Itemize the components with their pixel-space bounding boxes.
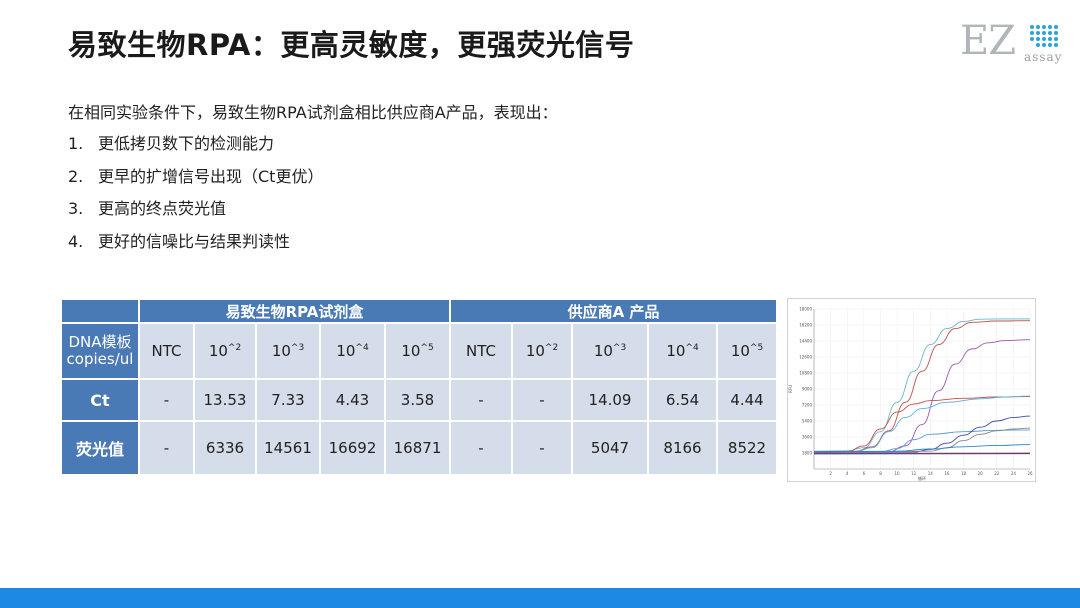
table-row-fluorescence: 荧光值 - 6336 14561 16692 16871 - - 5047 81… — [60, 420, 779, 476]
list-text: 更好的信噪比与结果判读性 — [98, 231, 291, 251]
y-tick-label: 18000 — [799, 307, 812, 312]
table-cell: 13.53 — [193, 378, 257, 422]
logo-ez-text: EZ — [960, 18, 1016, 64]
logo-assay-text: assay — [1024, 50, 1063, 64]
table-row-dna: DNA模板 copies/ul NTC 10^2 10^3 10^4 10^5 … — [60, 322, 779, 380]
table-cell: 16871 — [383, 420, 452, 476]
table-cell: 5047 — [571, 420, 650, 476]
table-cell: - — [138, 420, 195, 476]
list-text: 更高的终点荧光值 — [98, 199, 227, 218]
table-cell: 4.43 — [319, 378, 386, 422]
table-cell: 10^3 — [571, 322, 650, 380]
x-tick-label: 20 — [978, 471, 984, 476]
table-cell: - — [138, 378, 195, 422]
x-tick-label: 14 — [928, 471, 934, 476]
table-group-header-row: 易致生物RPA试剂盒 供应商A 产品 — [60, 298, 779, 324]
table-row-ct: Ct - 13.53 7.33 4.43 3.58 - - 14.09 6.54… — [60, 378, 779, 422]
logo-dot-grid-icon — [1030, 25, 1058, 47]
amplification-series-line — [813, 318, 1031, 452]
x-tick-label: 22 — [994, 471, 1000, 476]
table-cell: 10^2 — [193, 322, 257, 380]
table-cell: 14.09 — [571, 378, 650, 422]
list-number: 3. — [68, 199, 84, 218]
row-header-dna-line2: copies/ul — [66, 350, 134, 368]
table-cell: 3.58 — [383, 378, 452, 422]
amplification-curve-svg: 2 4 6 8 10 12 14 16 18 20 22 24 26180036005400720090… — [788, 307, 1033, 482]
y-tick-label: 12600 — [799, 355, 812, 360]
list-item: 1. 更低拷贝数下的检测能力 — [68, 132, 323, 165]
table-cell: 10^3 — [255, 322, 321, 380]
x-tick-label: 24 — [1011, 471, 1017, 476]
y-tick-label: 3600 — [802, 435, 813, 440]
y-tick-label: 7200 — [802, 403, 813, 408]
table-cell: 8522 — [716, 420, 779, 476]
table-cell: - — [449, 378, 514, 422]
amplification-series-line — [813, 415, 1031, 454]
page-title: 易致生物RPA：更高灵敏度，更强荧光信号 — [68, 28, 635, 62]
list-item: 3. 更高的终点荧光值 — [68, 197, 323, 230]
table-cell: 10^4 — [319, 322, 386, 380]
row-header-dna-line1: DNA模板 — [68, 333, 132, 351]
x-tick-label: 6 — [863, 471, 866, 476]
x-tick-label: 8 — [879, 471, 882, 476]
table-cell: 10^4 — [647, 322, 719, 380]
x-tick-label: 2 — [829, 471, 832, 476]
x-tick-label: 12 — [911, 471, 917, 476]
table-cell: - — [511, 420, 574, 476]
footer-bar — [0, 588, 1080, 608]
list-text: 更早的扩增信号出现（Ct更优） — [98, 166, 324, 186]
table-cell: 8166 — [647, 420, 719, 476]
amplification-curve-chart: 2 4 6 8 10 12 14 16 18 20 22 24 26 1800 3600 5400 7200 90… — [787, 298, 1036, 482]
list-text: 更低拷贝数下的检测能力 — [98, 134, 275, 153]
group-header-ezassay: 易致生物RPA试剂盒 — [137, 298, 452, 324]
y-tick-label: 16200 — [799, 323, 812, 328]
y-tick-label: 10800 — [799, 371, 812, 376]
table-cell: NTC — [449, 322, 514, 380]
amplification-series-line — [813, 427, 1031, 453]
table-cell: 6336 — [193, 420, 257, 476]
table-cell: 4.44 — [716, 378, 779, 422]
list-number: 1. — [68, 134, 84, 153]
ezassay-logo: EZ assay — [960, 20, 1072, 70]
table-cell: 10^5 — [716, 322, 779, 380]
y-axis-label: RFU — [788, 385, 793, 393]
table-corner-cell — [60, 298, 140, 324]
row-header-dna: DNA模板 copies/ul — [60, 322, 140, 380]
table-cell: - — [449, 420, 514, 476]
table-cell: 6.54 — [647, 378, 719, 422]
list-number: 2. — [68, 166, 84, 186]
table-cell: 7.33 — [255, 378, 321, 422]
x-tick-label: 18 — [961, 471, 967, 476]
table-cell: 10^2 — [511, 322, 574, 380]
y-tick-label: 1800 — [802, 451, 813, 456]
group-header-vendor-a: 供应商A 产品 — [449, 298, 779, 324]
list-item: 4. 更好的信噪比与结果判读性 — [68, 230, 323, 263]
list-number: 4. — [68, 231, 84, 251]
intro-text: 在相同实验条件下，易致生物RPA试剂盒相比供应商A产品，表现出： — [68, 103, 558, 122]
x-tick-label: 16 — [944, 471, 950, 476]
row-header-fluorescence: 荧光值 — [60, 420, 140, 476]
table-cell: 14561 — [255, 420, 321, 476]
x-tick-label: 4 — [846, 471, 849, 476]
table-cell: - — [511, 378, 574, 422]
comparison-table: 易致生物RPA试剂盒 供应商A 产品 DNA模板 copies/ul NTC 1… — [60, 298, 779, 476]
y-tick-label: 9000 — [802, 387, 813, 392]
x-axis-label: 循环 — [918, 475, 926, 481]
table-cell: NTC — [138, 322, 195, 380]
y-tick-label: 5400 — [802, 419, 813, 424]
row-header-ct: Ct — [60, 378, 140, 422]
list-item: 2. 更早的扩增信号出现（Ct更优） — [68, 165, 323, 198]
x-tick-label: 26 — [1027, 471, 1033, 476]
x-tick-label: 10 — [895, 471, 901, 476]
table-cell: 16692 — [319, 420, 386, 476]
table-cell: 10^5 — [383, 322, 452, 380]
y-tick-label: 14400 — [799, 339, 812, 344]
advantage-list: 1. 更低拷贝数下的检测能力 2. 更早的扩增信号出现（Ct更优） 3. 更高的终点荧… — [68, 132, 323, 262]
amplification-series-line — [813, 320, 1031, 453]
